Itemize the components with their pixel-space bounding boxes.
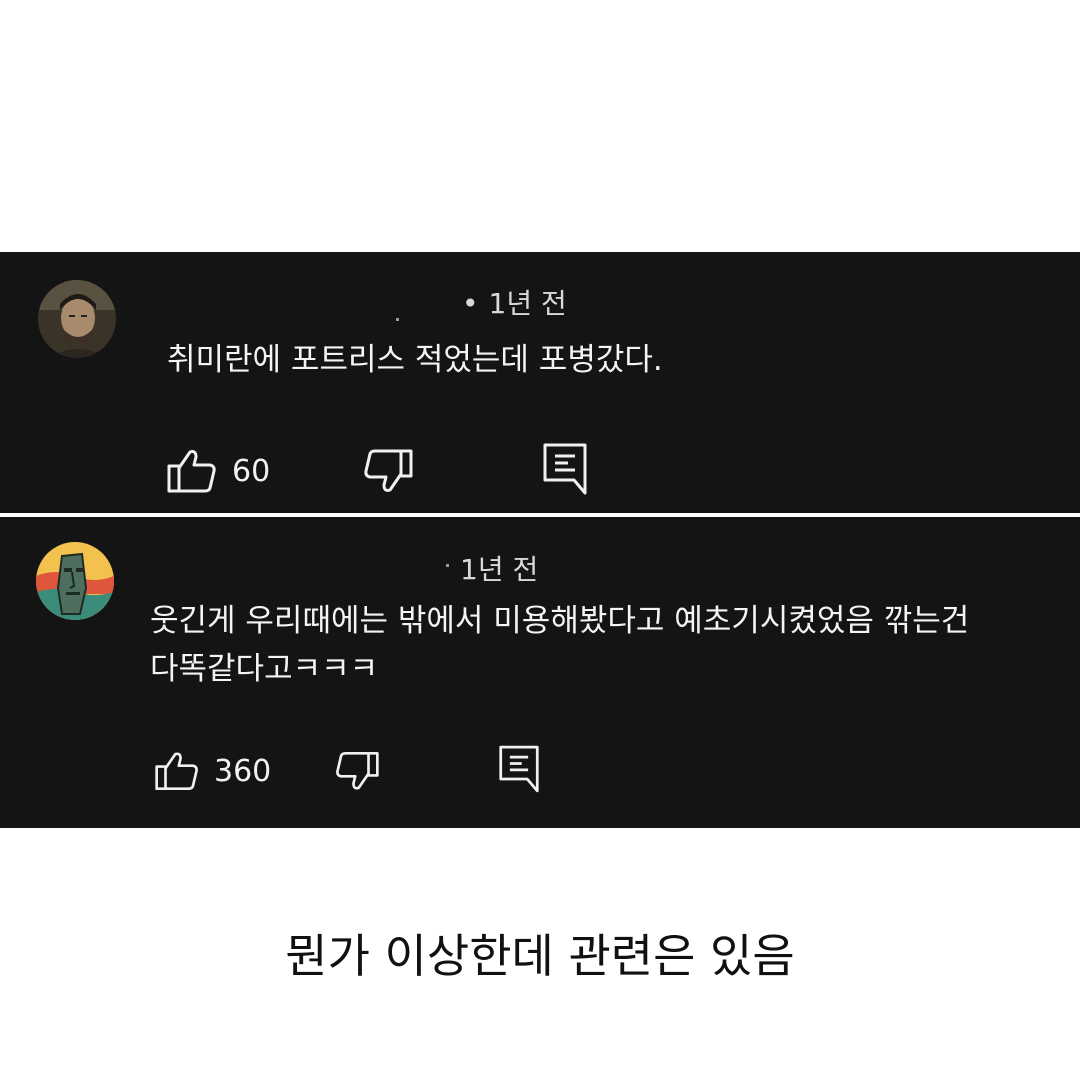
comment-timestamp: 1년 전 <box>460 553 539 586</box>
avatar[interactable] <box>36 542 114 620</box>
reply-comment-icon <box>498 744 540 794</box>
comment-text-line: 다똑같다고ㅋㅋㅋ <box>150 651 379 687</box>
like-button[interactable]: 60 <box>166 448 270 494</box>
dislike-button[interactable] <box>334 750 380 792</box>
comment-timestamp: • 1년 전 <box>462 287 567 320</box>
thumbs-up-icon <box>166 448 218 494</box>
like-button[interactable]: 360 <box>154 750 271 792</box>
like-count: 60 <box>232 453 271 489</box>
reply-comment-icon <box>542 442 588 496</box>
thumbs-up-icon <box>154 750 200 792</box>
reply-button[interactable] <box>498 744 540 794</box>
redaction-dot <box>446 564 449 567</box>
comment-text: 취미란에 포트리스 적었는데 포병갔다. <box>167 342 663 378</box>
thumbs-down-icon <box>334 750 380 792</box>
redaction-dot <box>396 318 399 321</box>
like-count: 360 <box>214 753 272 789</box>
dislike-button[interactable] <box>362 448 414 494</box>
reply-button[interactable] <box>542 442 588 496</box>
comment-card-1: • 1년 전 취미란에 포트리스 적었는데 포병갔다. 60 <box>0 252 1080 513</box>
comment-text: 웃긴게 우리때에는 밖에서 미용해봤다고 예초기시켰었음 깎는건 다똑같다고ㅋㅋ… <box>150 597 969 693</box>
comment-card-2: 1년 전 웃긴게 우리때에는 밖에서 미용해봤다고 예초기시켰었음 깎는건 다똑… <box>0 517 1080 828</box>
avatar[interactable] <box>38 280 116 358</box>
thumbs-down-icon <box>362 448 414 494</box>
meme-caption: 뭔가 이상한데 관련은 있음 <box>285 929 795 983</box>
comment-text-line: 웃긴게 우리때에는 밖에서 미용해봤다고 예초기시켰었음 깎는건 <box>150 603 970 639</box>
